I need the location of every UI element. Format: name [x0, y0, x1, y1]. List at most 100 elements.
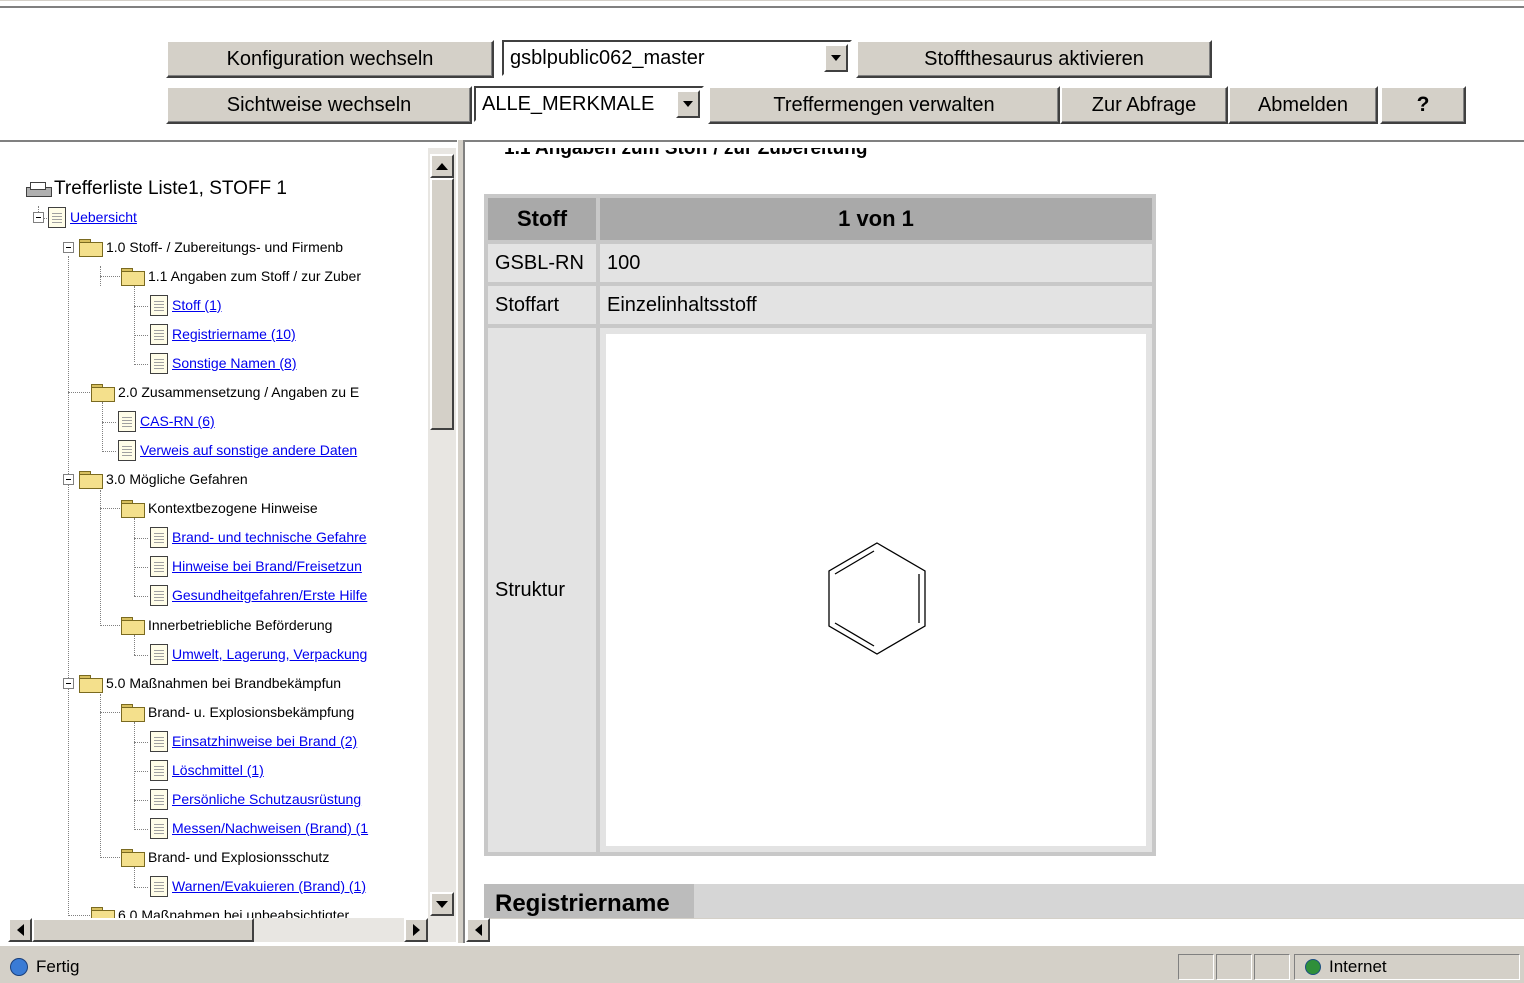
- tree-link[interactable]: Löschmittel (1): [172, 762, 264, 778]
- tree-link[interactable]: Messen/Nachweisen (Brand) (1: [172, 820, 368, 836]
- tree-horizontal-scrollbar[interactable]: [8, 918, 456, 942]
- tree-item-cas-rn[interactable]: CAS-RN (6): [118, 410, 215, 432]
- tree-link[interactable]: Persönliche Schutzausrüstung: [172, 791, 361, 807]
- tree-link[interactable]: Gesundheitgefahren/Erste Hilfe: [172, 587, 367, 603]
- tree-item-messen[interactable]: Messen/Nachweisen (Brand) (1: [150, 817, 368, 839]
- structure-image: [606, 334, 1146, 846]
- frame-splitter[interactable]: [457, 140, 465, 943]
- document-icon: [118, 439, 136, 461]
- tree-item-section-6[interactable]: 6.0 Maßnahmen bei unbeabsichtigter: [90, 904, 349, 918]
- tree-item-verweis[interactable]: Verweis auf sonstige andere Daten: [118, 439, 357, 461]
- scroll-left-icon[interactable]: [466, 918, 490, 942]
- tree-item-schutzausruestung[interactable]: Persönliche Schutzausrüstung: [150, 788, 361, 810]
- scroll-thumb[interactable]: [32, 918, 254, 942]
- benzene-structure-icon: [828, 542, 926, 655]
- document-icon: [150, 759, 168, 781]
- tree-link[interactable]: Stoff (1): [172, 297, 222, 313]
- tree-link[interactable]: Hinweise bei Brand/Freisetzun: [172, 558, 362, 574]
- content-horizontal-scrollbar[interactable]: [466, 918, 1524, 943]
- tree-label: Innerbetriebliche Beförderung: [148, 617, 333, 633]
- tree-link[interactable]: Brand- und technische Gefahre: [172, 529, 367, 545]
- tree-item-section-3[interactable]: 3.0 Mögliche Gefahren: [78, 468, 248, 490]
- tree-link[interactable]: Uebersicht: [70, 209, 137, 225]
- tree-item-einsatzhinweise[interactable]: Einsatzhinweise bei Brand (2): [150, 730, 357, 752]
- view-select[interactable]: ALLE_MERKMALE: [474, 86, 704, 122]
- globe-icon: [1305, 959, 1321, 975]
- folder-icon: [120, 704, 145, 722]
- tree-item-section-2[interactable]: 2.0 Zusammensetzung / Angaben zu E: [90, 381, 359, 403]
- tree-link[interactable]: Sonstige Namen (8): [172, 355, 297, 371]
- registriername-heading: Registriername: [484, 884, 694, 918]
- scroll-right-icon[interactable]: [404, 918, 428, 942]
- substance-table: Stoff 1 von 1 GSBL-RN 100 Stoffart Einze…: [484, 194, 1156, 856]
- config-switch-button[interactable]: Konfiguration wechseln: [166, 40, 494, 78]
- query-button[interactable]: Zur Abfrage: [1060, 86, 1228, 124]
- ie-page-icon: [10, 958, 28, 976]
- tree-item-gesundheit[interactable]: Gesundheitgefahren/Erste Hilfe: [150, 584, 367, 606]
- tree-item-kontext[interactable]: Kontextbezogene Hinweise: [120, 497, 318, 519]
- tree-frame: Trefferliste Liste1, STOFF 1 Uebersicht …: [10, 148, 456, 918]
- folder-icon: [90, 907, 115, 918]
- chevron-down-icon[interactable]: [824, 44, 848, 72]
- document-icon: [150, 555, 168, 577]
- view-select-value: ALLE_MERKMALE: [482, 92, 655, 115]
- document-icon: [48, 206, 66, 228]
- config-select[interactable]: gsblpublic062_master: [502, 40, 852, 76]
- thesaurus-activate-button[interactable]: Stoffthesaurus aktivieren: [856, 40, 1212, 78]
- help-button[interactable]: ?: [1380, 86, 1466, 124]
- document-icon: [150, 875, 168, 897]
- tree-item-section-1[interactable]: 1.0 Stoff- / Zubereitungs- und Firmenb: [78, 236, 343, 258]
- logout-button[interactable]: Abmelden: [1228, 86, 1378, 124]
- tree-label: 1.0 Stoff- / Zubereitungs- und Firmenb: [106, 239, 344, 255]
- tree-item-hinweise-brand[interactable]: Hinweise bei Brand/Freisetzun: [150, 555, 362, 577]
- tree-link[interactable]: Registriername (10): [172, 326, 296, 342]
- tree-link[interactable]: CAS-RN (6): [140, 413, 215, 429]
- collapse-icon[interactable]: [33, 212, 44, 223]
- tree-item-registriername[interactable]: Registriername (10): [150, 323, 296, 345]
- tree-link[interactable]: Umwelt, Lagerung, Verpackung: [172, 646, 367, 662]
- scroll-up-icon[interactable]: [430, 154, 454, 178]
- tree-item-sonstige-namen[interactable]: Sonstige Namen (8): [150, 352, 297, 374]
- tree-root: Trefferliste Liste1, STOFF 1: [24, 178, 287, 200]
- document-icon: [150, 352, 168, 374]
- collapse-icon[interactable]: [63, 242, 74, 253]
- tree-item-explosionsschutz[interactable]: Brand- und Explosionsschutz: [120, 846, 329, 868]
- tree-item-explosionsbekaempfung[interactable]: Brand- u. Explosionsbekämpfung: [120, 701, 354, 723]
- document-icon: [150, 323, 168, 345]
- zone-text: Internet: [1329, 957, 1387, 976]
- results-manage-button[interactable]: Treffermengen verwalten: [708, 86, 1060, 124]
- tree-item-umwelt[interactable]: Umwelt, Lagerung, Verpackung: [150, 643, 367, 665]
- status-pane: [1178, 954, 1214, 980]
- tree-label: Kontextbezogene Hinweise: [148, 500, 318, 516]
- tree-link[interactable]: Warnen/Evakuieren (Brand) (1): [172, 878, 366, 894]
- tree-item-loeschmittel[interactable]: Löschmittel (1): [150, 759, 264, 781]
- scroll-thumb[interactable]: [430, 178, 454, 430]
- printer-icon: [24, 181, 52, 197]
- folder-icon: [78, 675, 103, 693]
- table-header-label: Stoff: [488, 198, 596, 240]
- document-icon: [150, 817, 168, 839]
- section-heading: 1.1 Angaben zum Stoff / zur Zubereitung: [504, 148, 868, 159]
- status-text: Fertig: [36, 957, 80, 976]
- scroll-down-icon[interactable]: [430, 892, 454, 916]
- chevron-down-icon[interactable]: [676, 90, 700, 118]
- tree-item-befoerderung[interactable]: Innerbetriebliche Beförderung: [120, 614, 332, 636]
- tree-item-stoff[interactable]: Stoff (1): [150, 294, 222, 316]
- collapse-icon[interactable]: [63, 474, 74, 485]
- tree-item-section-5[interactable]: 5.0 Maßnahmen bei Brandbekämpfun: [78, 672, 341, 694]
- registriername-section: Registriername: [484, 884, 1524, 918]
- status-pane: [1216, 954, 1252, 980]
- tree-link[interactable]: Verweis auf sonstige andere Daten: [140, 442, 357, 458]
- tree-item-section-1-1[interactable]: 1.1 Angaben zum Stoff / zur Zuber: [120, 265, 361, 287]
- row-value: Einzelinhaltsstoff: [600, 286, 1152, 324]
- tree-item-warnen[interactable]: Warnen/Evakuieren (Brand) (1): [150, 875, 366, 897]
- row-label: Stoffart: [488, 286, 596, 324]
- folder-icon: [120, 849, 145, 867]
- tree-item-brand-gefahren[interactable]: Brand- und technische Gefahre: [150, 526, 367, 548]
- tree-item-uebersicht[interactable]: Uebersicht: [48, 206, 137, 228]
- scroll-left-icon[interactable]: [8, 918, 32, 942]
- view-switch-button[interactable]: Sichtweise wechseln: [166, 86, 472, 124]
- tree-link[interactable]: Einsatzhinweise bei Brand (2): [172, 733, 357, 749]
- collapse-icon[interactable]: [63, 678, 74, 689]
- tree-vertical-scrollbar[interactable]: [428, 148, 456, 918]
